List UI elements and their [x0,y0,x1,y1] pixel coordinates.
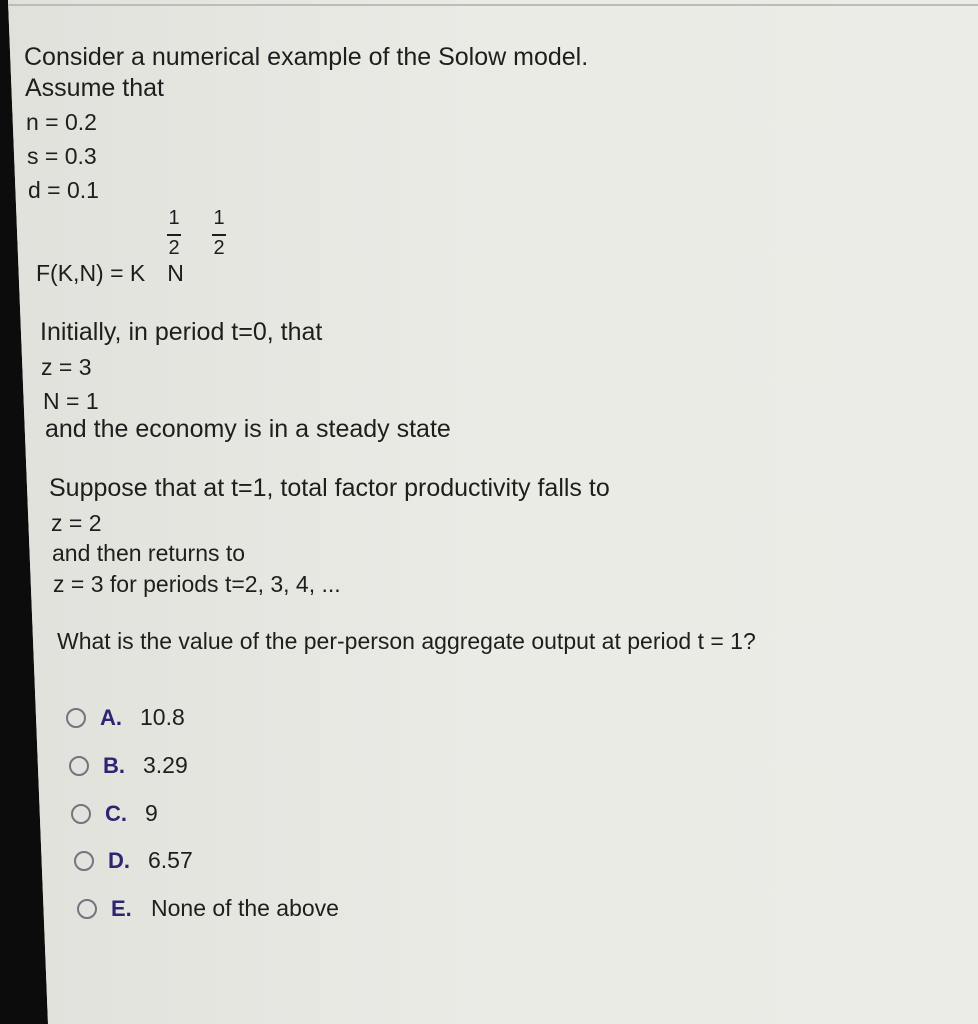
initial-line-1: Initially, in period t=0, that [40,318,323,346]
question-prompt: What is the value of the per-person aggr… [57,628,756,654]
option-text: 6.57 [148,847,193,873]
radio-button-icon[interactable] [71,803,91,824]
intro-line-2: Assume that [25,74,164,102]
exponent-n-denominator: 2 [213,237,225,259]
formula-lhs: F(K,N) = K N [36,260,184,287]
option-c[interactable]: C. 9 [71,800,158,827]
fraction-bar [212,234,226,236]
option-a[interactable]: A. 10.8 [66,704,185,731]
option-text: None of the above [151,895,339,921]
radio-button-icon[interactable] [74,850,94,871]
fraction-bar [167,234,181,236]
formula-var-n: N [167,260,184,286]
exponent-n: 1 2 [211,208,227,258]
param-d: d = 0.1 [28,177,99,203]
question-panel: Consider a numerical example of the Solo… [8,0,978,1024]
option-e[interactable]: E. None of the above [77,895,339,922]
exponent-k: 1 2 [166,208,182,258]
option-letter: E. [111,895,132,921]
option-text: 9 [145,800,158,826]
param-s: s = 0.3 [27,143,97,169]
exponent-k-denominator: 2 [168,237,180,259]
param-n: n = 0.2 [26,109,97,135]
shock-line-1: Suppose that at t=1, total factor produc… [49,474,610,502]
shock-z: z = 2 [51,510,102,536]
exponent-n-numerator: 1 [213,207,225,229]
intro-line-1: Consider a numerical example of the Solo… [24,43,589,71]
option-b[interactable]: B. 3.29 [69,752,188,779]
production-function: F(K,N) = K N 1 2 1 2 [36,204,336,294]
radio-button-icon[interactable] [77,898,97,919]
initial-line-4: and the economy is in a steady state [45,415,451,443]
initial-z: z = 3 [41,354,92,380]
option-d[interactable]: D. 6.57 [74,847,193,874]
formula-text: F(K,N) = K [36,260,146,286]
option-letter: C. [105,800,127,826]
top-divider [8,4,978,6]
option-text: 3.29 [143,752,188,778]
shock-line-4: z = 3 for periods t=2, 3, 4, ... [53,571,341,597]
option-letter: D. [108,847,130,873]
radio-button-icon[interactable] [66,707,86,728]
exponent-k-numerator: 1 [168,207,180,229]
option-letter: B. [103,752,125,778]
option-text: 10.8 [140,704,185,730]
radio-button-icon[interactable] [69,755,89,776]
option-letter: A. [100,704,122,730]
shock-line-3: and then returns to [52,540,246,566]
initial-n: N = 1 [43,388,99,414]
